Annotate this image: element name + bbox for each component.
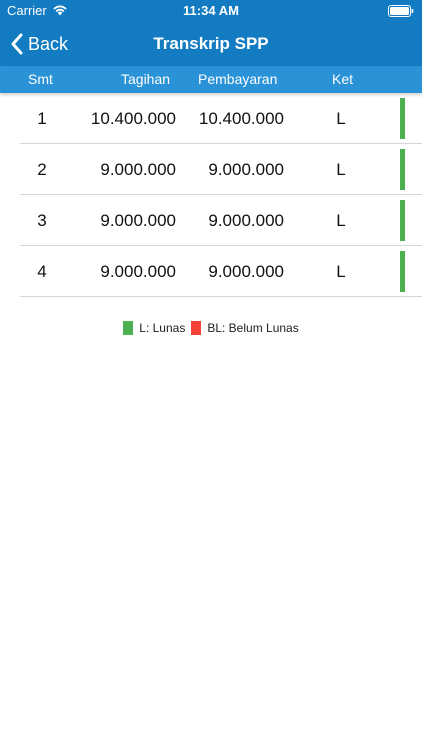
ket-cell: L [336, 160, 346, 179]
status-indicator [400, 149, 405, 190]
legend-label-lunas: L: Lunas [139, 321, 186, 335]
ket-cell: L [336, 109, 346, 128]
table-row[interactable]: 4 9.000.000 9.000.000 L [20, 246, 422, 297]
table-row[interactable]: 2 9.000.000 9.000.000 L [20, 144, 422, 195]
semester-cell: 2 [37, 160, 47, 179]
pembayaran-cell: 9.000.000 [208, 262, 284, 281]
status-time: 11:34 AM [183, 3, 239, 18]
navigation-bar: Back Transkrip SPP [0, 22, 422, 66]
tagihan-cell: 9.000.000 [100, 211, 176, 230]
legend-label-belum-lunas: BL: Belum Lunas [207, 321, 299, 335]
pembayaran-cell: 9.000.000 [208, 211, 284, 230]
pembayaran-cell: 10.400.000 [198, 109, 284, 128]
table-header: Smt Tagihan Pembayaran Ket [0, 66, 422, 93]
table-row[interactable]: 1 10.400.000 10.400.000 L [20, 93, 422, 144]
table-row[interactable]: 3 9.000.000 9.000.000 L [20, 195, 422, 246]
tagihan-cell: 10.400.000 [90, 109, 176, 128]
status-bar: Carrier 11:34 AM [0, 0, 422, 22]
semester-cell: 3 [37, 211, 47, 230]
ket-cell: L [336, 211, 346, 230]
status-legend: L: Lunas BL: Belum Lunas [0, 320, 422, 336]
pembayaran-cell: 9.000.000 [208, 160, 284, 179]
status-indicator [400, 98, 405, 139]
column-header-tagihan: Tagihan [121, 71, 171, 87]
battery-icon [388, 5, 414, 17]
legend-item-lunas: L: Lunas [123, 321, 185, 335]
status-indicator [400, 251, 405, 292]
legend-swatch-belum-lunas [191, 321, 202, 335]
ket-cell: L [336, 262, 346, 281]
payment-table: 1 10.400.000 10.400.000 L 2 9.000.000 9.… [0, 93, 422, 297]
legend-item-belum-lunas: BL: Belum Lunas [191, 321, 299, 335]
column-header-ket: Ket [332, 71, 354, 87]
column-header-smt: Smt [28, 71, 53, 87]
legend-swatch-lunas [123, 321, 134, 335]
semester-cell: 1 [37, 109, 47, 128]
page-title: Transkrip SPP [153, 34, 269, 53]
semester-cell: 4 [37, 262, 47, 281]
column-header-pembayaran: Pembayaran [198, 71, 278, 87]
tagihan-cell: 9.000.000 [100, 160, 176, 179]
status-indicator [400, 200, 405, 241]
tagihan-cell: 9.000.000 [100, 262, 176, 281]
